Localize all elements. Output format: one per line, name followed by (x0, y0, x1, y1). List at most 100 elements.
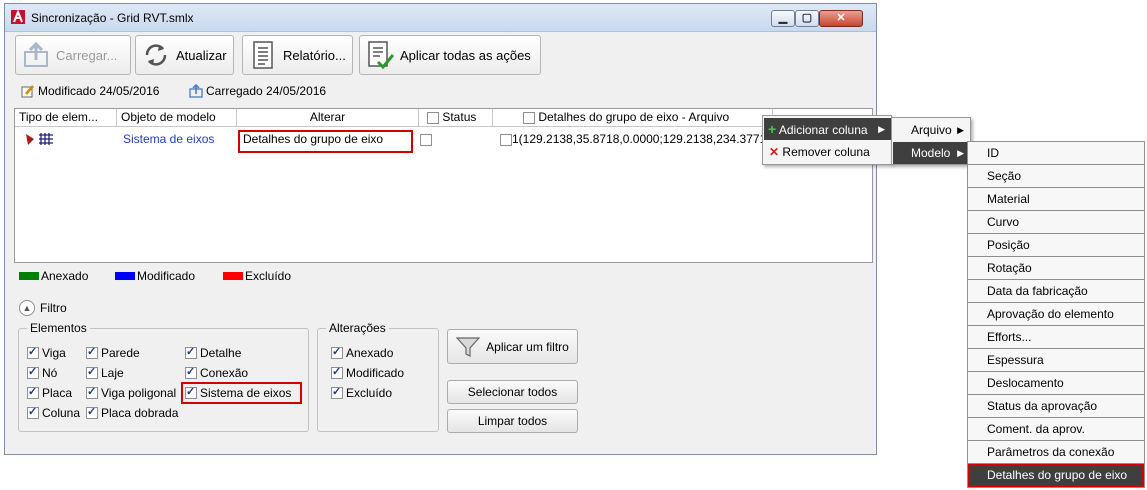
checkbox[interactable] (86, 345, 98, 359)
model-item-data-fabricacao[interactable]: Data da fabricação (968, 280, 1144, 303)
model-item-posicao[interactable]: Posição (968, 234, 1144, 257)
legend-added-swatch (19, 272, 39, 280)
filter-coluna[interactable]: Coluna (27, 405, 81, 420)
legend-modified: Modificado (115, 269, 195, 283)
model-columns-list: ID Seção Material Curvo Posição Rotação … (967, 141, 1145, 488)
close-button[interactable]: ✕ (819, 10, 863, 27)
load-label: Carregar... (56, 47, 118, 63)
checkbox[interactable] (331, 345, 343, 359)
changes-title: Alterações (326, 321, 389, 335)
row-object: Sistema de eixos (123, 132, 215, 146)
modified-info: Modificado 24/05/2016 (21, 84, 159, 98)
model-item-curvo[interactable]: Curvo (968, 211, 1144, 234)
model-item-parametros-conexao[interactable]: Parâmetros da conexão (968, 441, 1144, 464)
plus-icon: + (768, 121, 777, 137)
load-small-icon (189, 84, 203, 98)
apply-all-icon (368, 41, 394, 70)
changes-group: Alterações Anexado Modificado Excluído (317, 321, 439, 432)
clear-all-button[interactable]: Limpar todos (447, 409, 578, 433)
filter-detalhe[interactable]: Detalhe (185, 345, 241, 360)
checkbox-label: Anexado (346, 346, 394, 360)
row-details-checkbox[interactable] (500, 133, 512, 146)
remove-column-item[interactable]: ✕ Remover coluna (764, 141, 891, 163)
apply-filter-button[interactable]: Aplicar um filtro (447, 329, 578, 364)
checkbox-label: Excluído (346, 386, 393, 400)
legend-added: Anexado (19, 269, 88, 283)
window-title: Sincronização - Grid RVT.smlx (31, 11, 194, 25)
maximize-button[interactable]: ▢ (795, 10, 819, 27)
model-item-espessura[interactable]: Espessura (968, 349, 1144, 372)
select-all-button[interactable]: Selecionar todos (447, 380, 578, 404)
col-element-type[interactable]: Tipo de elem... (15, 109, 117, 127)
checkbox[interactable] (86, 405, 98, 419)
filter-placa-dobrada[interactable]: Placa dobrada (86, 405, 178, 420)
report-button[interactable]: Relatório... (242, 35, 353, 75)
checkbox[interactable] (185, 345, 197, 359)
model-item-detalhes-grupo-eixo[interactable]: Detalhes do grupo de eixo (968, 464, 1144, 487)
checkbox[interactable] (27, 385, 39, 399)
model-item-id[interactable]: ID (968, 142, 1144, 165)
elements-title: Elementos (27, 321, 90, 335)
checkbox[interactable] (185, 365, 197, 379)
checkbox-label: Coluna (42, 406, 81, 420)
checkbox[interactable] (27, 345, 39, 359)
checkbox[interactable] (27, 365, 39, 379)
checkbox[interactable] (331, 385, 343, 399)
title-bar: Sincronização - Grid RVT.smlx ▁ ▢ ✕ (5, 4, 876, 32)
report-label: Relatório... (283, 47, 346, 63)
minimize-icon: ▁ (778, 12, 788, 24)
filter-laje[interactable]: Laje (86, 365, 124, 380)
remove-column-label: Remover coluna (782, 145, 870, 159)
model-item-status-aprovacao[interactable]: Status da aprovação (968, 395, 1144, 418)
filter-parede[interactable]: Parede (86, 345, 140, 360)
checkbox[interactable] (27, 405, 39, 419)
add-column-submenu: Arquivo ▶ Modelo ▶ (891, 117, 971, 165)
apply-all-button[interactable]: Aplicar todas as ações (359, 35, 541, 75)
filter-toggle[interactable]: ▲ Filtro (19, 300, 67, 316)
model-item-secao[interactable]: Seção (968, 165, 1144, 188)
filter-anexado[interactable]: Anexado (331, 345, 394, 360)
col-status[interactable]: Status (419, 109, 493, 127)
col-status-label: Status (442, 110, 477, 124)
col-model-object[interactable]: Objeto de modelo (117, 109, 237, 127)
maximize-icon: ▢ (801, 12, 813, 24)
submenu-model[interactable]: Modelo ▶ (893, 142, 970, 164)
col-change[interactable]: Alterar (237, 109, 419, 127)
chevron-right-icon: ▶ (957, 125, 964, 135)
edit-icon (21, 85, 34, 98)
legend-modified-label: Modificado (137, 269, 196, 283)
add-column-item[interactable]: + Adicionar coluna ▶ (764, 118, 891, 140)
model-item-material[interactable]: Material (968, 188, 1144, 211)
details-header-checkbox[interactable] (523, 111, 535, 124)
filter-placa[interactable]: Placa (27, 385, 72, 400)
model-item-deslocamento[interactable]: Deslocamento (968, 372, 1144, 395)
checkbox-label: Laje (101, 366, 124, 380)
filter-viga[interactable]: Viga (27, 345, 66, 360)
refresh-button[interactable]: Atualizar (135, 35, 234, 75)
legend-modified-swatch (115, 272, 135, 280)
grid-header: Tipo de elem... Objeto de modelo Alterar… (15, 109, 872, 127)
filter-no[interactable]: Nó (27, 365, 57, 380)
close-icon: ✕ (836, 12, 846, 24)
model-item-coment-aprov[interactable]: Coment. da aprov. (968, 418, 1144, 441)
row-status[interactable] (420, 130, 432, 148)
minimize-button[interactable]: ▁ (771, 10, 795, 27)
submenu-file[interactable]: Arquivo ▶ (893, 119, 970, 141)
filter-viga-poligonal[interactable]: Viga poligonal (86, 385, 176, 400)
model-item-aprovacao[interactable]: Aprovação do elemento (968, 303, 1144, 326)
filter-conexao[interactable]: Conexão (185, 365, 248, 380)
model-item-rotacao[interactable]: Rotação (968, 257, 1144, 280)
load-icon (24, 41, 48, 67)
checkbox[interactable] (86, 385, 98, 399)
row-status-checkbox[interactable] (420, 133, 432, 146)
row-details-text: 1(129.2138,35.8718,0.0000;129.2138,234.3… (512, 132, 770, 146)
model-item-efforts[interactable]: Efforts... (968, 326, 1144, 349)
highlight-change-cell (238, 130, 413, 153)
checkbox[interactable] (86, 365, 98, 379)
col-details[interactable]: Detalhes do grupo de eixo - Arquivo (493, 109, 773, 127)
filter-modificado[interactable]: Modificado (331, 365, 404, 380)
checkbox[interactable] (331, 365, 343, 379)
load-button[interactable]: Carregar... (15, 35, 131, 75)
status-header-checkbox[interactable] (427, 111, 439, 124)
filter-excluido[interactable]: Excluído (331, 385, 393, 400)
